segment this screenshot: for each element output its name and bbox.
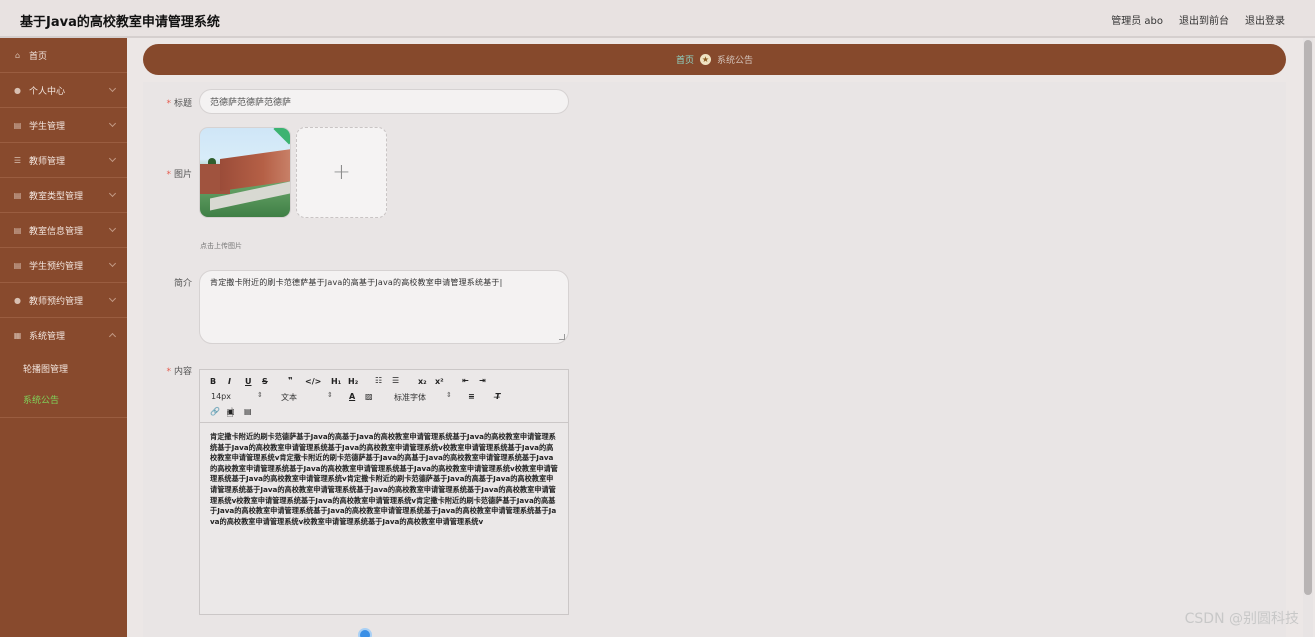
hand-cursor-icon: ☝ [226, 406, 234, 421]
title-input[interactable]: 范德萨范德萨范德萨 [199, 89, 569, 114]
required-mark: * [166, 170, 171, 180]
sidebar-item-student-booking[interactable]: ▤ 学生预约管理 [0, 248, 127, 283]
underline-icon[interactable]: U [245, 377, 252, 386]
bold-icon[interactable]: B [210, 377, 216, 386]
breadcrumb-current: 系统公告 [717, 56, 754, 66]
chevron-down-icon [108, 294, 117, 303]
exit-to-front-link[interactable]: 退出到前台 [1179, 12, 1229, 27]
doc-icon: ▤ [13, 120, 22, 130]
align-icon[interactable]: ≡ [468, 392, 475, 401]
sidebar-item-label: 教室类型管理 [29, 191, 84, 202]
uploaded-image-thumbnail[interactable] [199, 127, 291, 218]
sidebar-item-classroom-info[interactable]: ▤ 教室信息管理 [0, 213, 127, 248]
chevron-up-icon [108, 332, 117, 341]
chevron-down-icon [108, 119, 117, 128]
resize-handle-icon[interactable] [559, 334, 565, 340]
select-arrow-icon: ⇕ [446, 391, 452, 399]
plus-icon: + [332, 160, 351, 185]
top-header: 基于Java的高校教室申请管理系统 管理员 abo 退出到前台 退出登录 [0, 0, 1315, 38]
doc-icon: ▤ [13, 260, 22, 270]
sidebar-item-system-management[interactable]: ▦ 系统管理 [0, 318, 127, 353]
italic-icon[interactable]: I [228, 377, 231, 386]
select-arrow-icon: ⇕ [327, 391, 333, 399]
sidebar-item-classroom-type[interactable]: ▤ 教室类型管理 [0, 178, 127, 213]
sidebar-item-personal-center[interactable]: ● 个人中心 [0, 73, 127, 108]
quote-icon[interactable]: ❞ [288, 376, 293, 385]
scroll-thumb[interactable] [1304, 40, 1312, 595]
user-icon: ● [14, 85, 21, 95]
grid-icon: ▦ [13, 331, 22, 340]
sidebar-item-teacher-management[interactable]: ☰ 教师管理 [0, 143, 127, 178]
bullet-list-icon[interactable]: ☰ [392, 376, 399, 385]
sidebar-item-label: 教室信息管理 [29, 226, 84, 237]
required-mark: * [166, 99, 171, 109]
chevron-down-icon [108, 259, 117, 268]
strike-icon[interactable]: S [262, 377, 268, 386]
current-user: 管理员 abo [1111, 16, 1163, 27]
indent-icon[interactable]: ⇥ [479, 376, 486, 385]
font-size-select[interactable]: 14px ⇕ [211, 391, 263, 401]
image-label: * 图片 [166, 170, 192, 180]
header-actions: 管理员 abo 退出到前台 退出登录 [1111, 12, 1285, 27]
system-submenu: 轮播图管理 系统公告 [0, 353, 127, 415]
sidebar-item-student-management[interactable]: ▤ 学生管理 [0, 108, 127, 143]
watermark: CSDN @别圆科技 [1184, 611, 1299, 627]
intro-label: 简介 [173, 279, 192, 289]
h1-icon[interactable]: H₁ [331, 377, 341, 386]
breadcrumb-home[interactable]: 首页 [676, 53, 694, 66]
doc-icon: ▤ [13, 190, 22, 200]
required-mark: * [166, 367, 171, 377]
ordered-list-icon[interactable]: ☷ [375, 376, 382, 385]
font-color-icon[interactable]: A [349, 392, 355, 401]
sidebar-item-label: 系统管理 [29, 332, 66, 342]
sidebar: ⌂ 首页 ● 个人中心 ▤ 学生管理 ☰ 教师管理 ▤ 教室类型管理 ▤ 教室信… [0, 38, 127, 637]
breadcrumb: 首页 ★ 系统公告 [143, 44, 1286, 75]
list-icon: ☰ [13, 155, 22, 165]
editor-content[interactable]: 肯定撒卡附近的刷卡范德萨基于Java的高基于Java的高校教室申请管理系统基于J… [200, 423, 568, 536]
chevron-down-icon [108, 224, 117, 233]
sidebar-item-label: 学生管理 [29, 121, 66, 132]
code-icon[interactable]: </> [305, 377, 321, 386]
success-check-icon [273, 128, 290, 145]
title-label: * 标题 [166, 99, 192, 109]
scrollbar[interactable] [1303, 38, 1313, 637]
font-family-select[interactable]: 标准字体 ⇕ [394, 391, 452, 403]
sidebar-item-label: 教师预约管理 [29, 296, 84, 307]
floating-dot [358, 628, 372, 637]
link-icon[interactable]: 🔗 [210, 407, 220, 416]
sidebar-item-label: 教师管理 [29, 156, 66, 167]
sidebar-item-label: 个人中心 [29, 86, 66, 97]
sidebar-item-label: 首页 [29, 51, 48, 62]
upload-button[interactable]: + [296, 127, 387, 218]
chevron-down-icon [108, 189, 117, 198]
rich-text-editor: B I U S ❞ </> H₁ H₂ ☷ ☰ x₂ x² ⇤ ⇥ 14px ⇕ … [199, 369, 569, 615]
clear-format-icon[interactable]: T̶ [495, 392, 500, 401]
video-icon[interactable]: ▤ [244, 407, 252, 416]
h2-icon[interactable]: H₂ [348, 377, 358, 386]
home-icon: ⌂ [14, 50, 21, 60]
intro-textarea[interactable]: 肯定撒卡附近的刷卡范德萨基于Java的高基于Java的高校教室申请管理系统基于| [199, 270, 569, 344]
user-icon: ● [14, 295, 21, 305]
sidebar-item-teacher-booking[interactable]: ● 教师预约管理 [0, 283, 127, 318]
sidebar-item-home[interactable]: ⌂ 首页 [0, 38, 127, 73]
superscript-icon[interactable]: x² [435, 377, 444, 386]
sidebar-subitem-carousel[interactable]: 轮播图管理 [0, 353, 127, 384]
select-arrow-icon: ⇕ [257, 391, 263, 399]
chevron-down-icon [108, 84, 117, 93]
content-label: * 内容 [166, 367, 192, 377]
text-type-select[interactable]: 文本 ⇕ [281, 391, 333, 403]
app-title: 基于Java的高校教室申请管理系统 [20, 15, 220, 30]
chevron-down-icon [108, 154, 117, 163]
system-management-group: ▦ 系统管理 轮播图管理 系统公告 [0, 318, 127, 418]
sidebar-subitem-notice[interactable]: 系统公告 [0, 384, 127, 415]
background-color-icon[interactable]: ▨ [365, 392, 373, 401]
logout-link[interactable]: 退出登录 [1245, 12, 1285, 27]
upload-hint: 点击上传图片 [200, 242, 242, 250]
subscript-icon[interactable]: x₂ [418, 377, 427, 386]
outdent-icon[interactable]: ⇤ [462, 376, 469, 385]
editor-toolbar: B I U S ❞ </> H₁ H₂ ☷ ☰ x₂ x² ⇤ ⇥ 14px ⇕ … [200, 370, 568, 423]
star-icon: ★ [700, 54, 711, 65]
sidebar-item-label: 学生预约管理 [29, 261, 84, 272]
doc-icon: ▤ [13, 225, 22, 235]
